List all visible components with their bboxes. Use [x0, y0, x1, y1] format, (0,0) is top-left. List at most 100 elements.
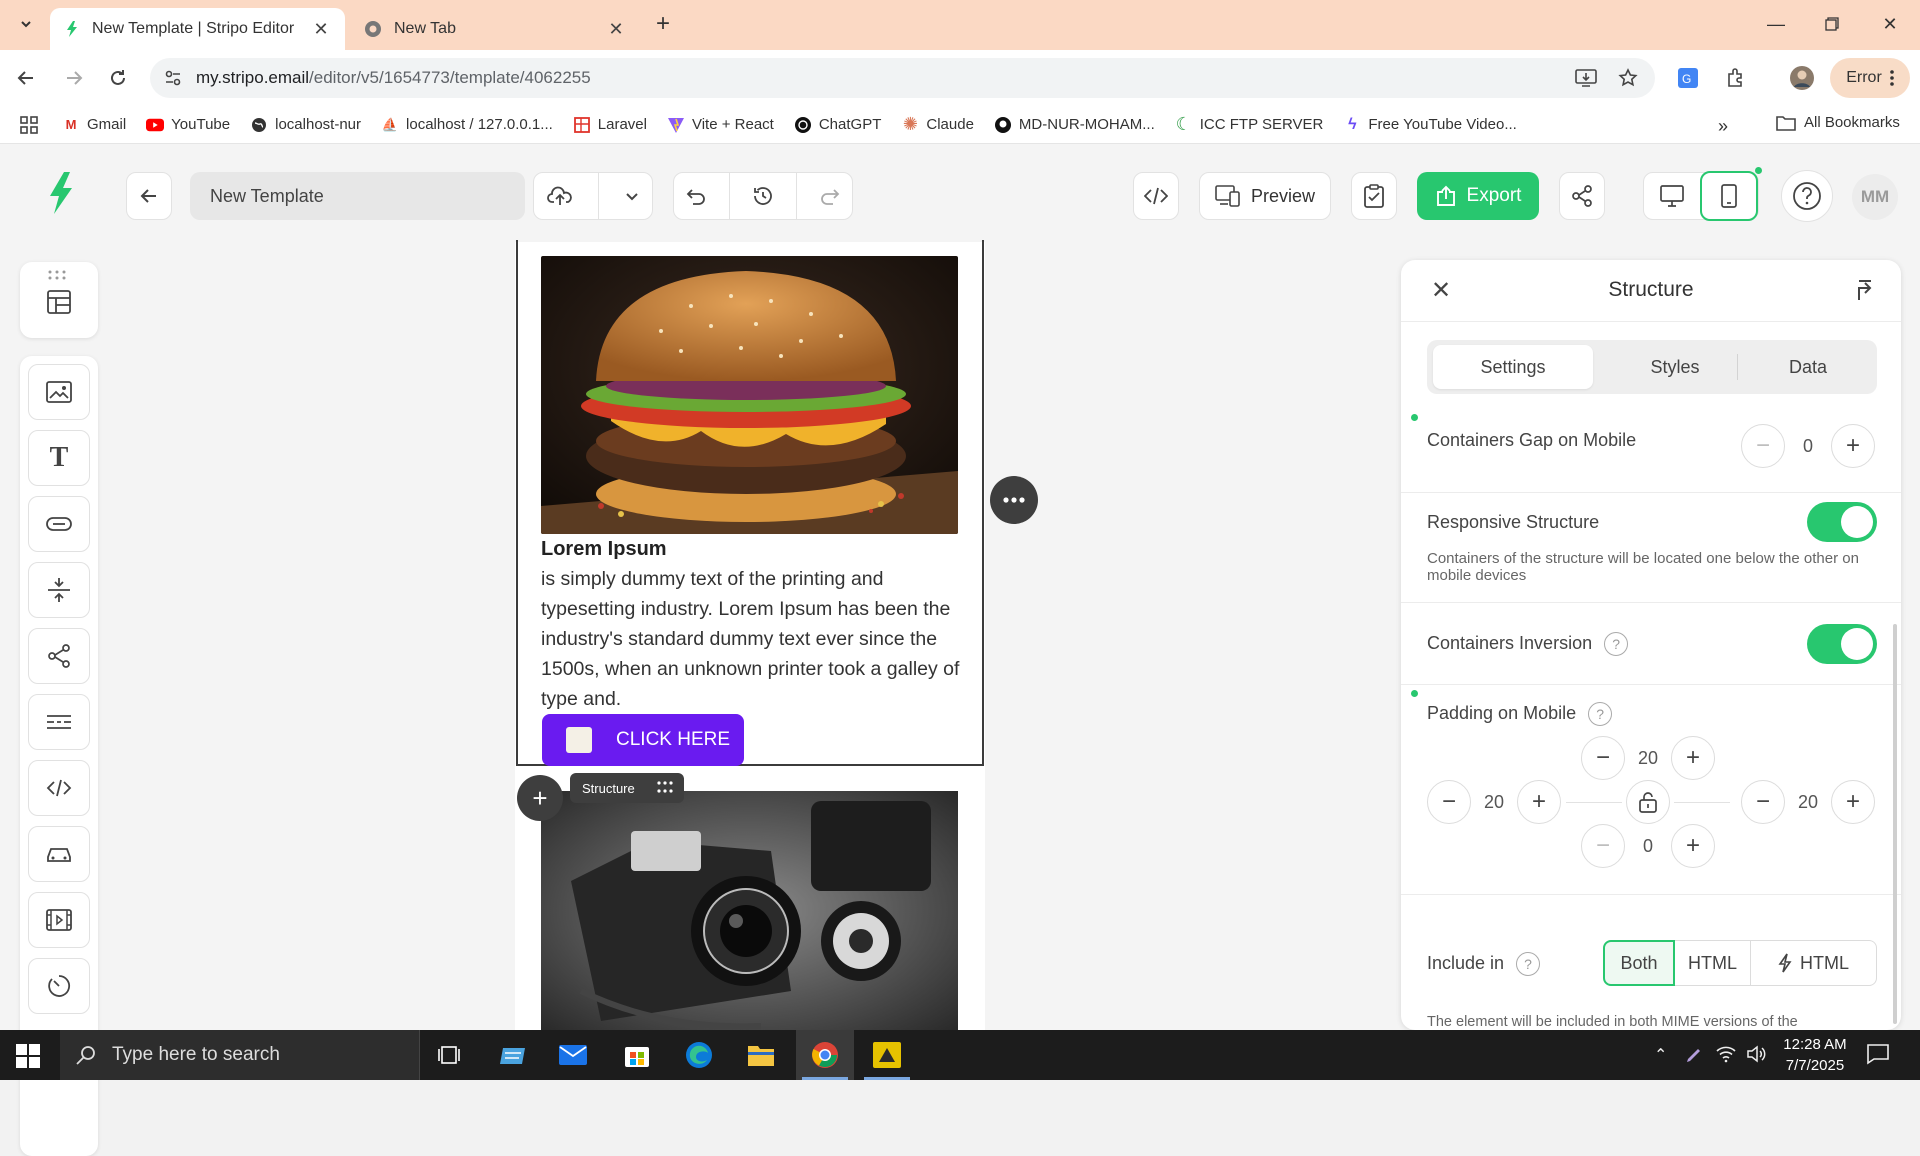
volume-icon[interactable] [1746, 1045, 1766, 1063]
help-button[interactable] [1781, 170, 1833, 222]
add-block-button[interactable]: + [517, 775, 563, 821]
user-avatar[interactable]: MM [1852, 174, 1898, 220]
structure-tag[interactable]: Structure [570, 773, 684, 803]
increment-button[interactable]: + [1671, 736, 1715, 780]
increment-button[interactable]: + [1831, 780, 1875, 824]
padding-bottom-value[interactable]: 0 [1625, 836, 1671, 857]
containers-inversion-toggle[interactable] [1807, 624, 1877, 664]
decrement-button[interactable]: − [1741, 780, 1785, 824]
html-block-button[interactable] [28, 760, 90, 816]
decrement-button[interactable]: − [1581, 824, 1625, 868]
include-html-option[interactable]: HTML [1675, 940, 1751, 986]
include-both-option[interactable]: Both [1603, 940, 1675, 986]
help-icon[interactable]: ? [1604, 632, 1629, 656]
bookmark-phpmyadmin[interactable]: ⛵ localhost / 127.0.0.1... [381, 116, 553, 134]
bookmark-icc-ftp[interactable]: ☾ ICC FTP SERVER [1175, 114, 1324, 134]
address-bar[interactable]: my.stripo.email/editor/v5/1654773/templa… [150, 58, 1655, 98]
share-button[interactable] [1559, 172, 1605, 220]
system-clock[interactable]: 12:28 AM 7/7/2025 [1775, 1034, 1855, 1076]
bookmark-free-youtube[interactable]: ϟ Free YouTube Video... [1343, 116, 1517, 134]
reload-button[interactable] [102, 62, 134, 94]
layout-panel-toggle[interactable] [20, 262, 98, 338]
tab-data[interactable]: Data [1745, 345, 1871, 389]
back-button[interactable] [10, 62, 42, 94]
decrement-button[interactable]: − [1741, 424, 1785, 468]
timer-block-button[interactable] [28, 958, 90, 1014]
edge-app-icon[interactable] [670, 1030, 728, 1080]
more-bookmarks-icon[interactable]: » [1718, 116, 1728, 137]
taskbar-search[interactable]: Type here to search [60, 1030, 420, 1080]
increment-button[interactable]: + [1671, 824, 1715, 868]
google-translate-icon[interactable]: G [1674, 64, 1702, 92]
bookmark-chatgpt[interactable]: ChatGPT [794, 116, 881, 134]
close-icon[interactable]: ✕ [606, 19, 626, 39]
containers-gap-value[interactable]: 0 [1785, 436, 1831, 457]
mail-app-icon[interactable] [544, 1030, 602, 1080]
pen-icon[interactable] [1684, 1045, 1704, 1065]
tab-new-tab[interactable]: New Tab ✕ [350, 8, 640, 50]
bookmark-localhost-nur[interactable]: localhost-nur [250, 116, 361, 134]
profile-avatar-icon[interactable] [1788, 64, 1816, 92]
pinned-app-icon[interactable] [858, 1030, 916, 1080]
export-button[interactable]: Export [1417, 172, 1539, 220]
bookmark-vite-react[interactable]: Vite + React [667, 116, 774, 134]
code-editor-button[interactable] [1133, 172, 1179, 220]
decrement-button[interactable]: − [1581, 736, 1625, 780]
back-to-templates-button[interactable] [126, 172, 172, 220]
file-explorer-icon[interactable] [732, 1030, 790, 1080]
padding-top-value[interactable]: 20 [1625, 748, 1671, 769]
burger-image[interactable] [541, 256, 958, 534]
cortana-app-icon[interactable] [484, 1030, 542, 1080]
increment-button[interactable]: + [1517, 780, 1561, 824]
notifications-icon[interactable] [1866, 1043, 1890, 1065]
panel-scrollbar[interactable] [1893, 624, 1897, 1024]
content-heading[interactable]: Lorem Ipsum [541, 538, 667, 561]
tab-stripo-editor[interactable]: New Template | Stripo Editor ✕ [50, 8, 345, 50]
tab-settings[interactable]: Settings [1433, 345, 1593, 389]
tab-styles[interactable]: Styles [1605, 345, 1745, 389]
windows-start-button[interactable] [16, 1044, 40, 1068]
menu-block-button[interactable] [28, 694, 90, 750]
history-icon[interactable] [752, 185, 774, 207]
cloud-upload-icon[interactable] [546, 185, 573, 207]
text-block-button[interactable]: T [28, 430, 90, 486]
include-amp-html-option[interactable]: HTML [1751, 940, 1877, 986]
video-block-button[interactable] [28, 892, 90, 948]
help-icon[interactable]: ? [1588, 702, 1613, 726]
padding-left-value[interactable]: 20 [1471, 792, 1517, 813]
install-app-icon[interactable] [1575, 58, 1597, 98]
product-block-button[interactable] [28, 826, 90, 882]
increment-button[interactable]: + [1831, 424, 1875, 468]
button-block-button[interactable] [28, 496, 90, 552]
bookmark-gmail[interactable]: M Gmail [62, 116, 127, 134]
stripo-logo-icon[interactable] [44, 170, 78, 216]
help-icon[interactable]: ? [1516, 952, 1541, 976]
decrement-button[interactable]: − [1427, 780, 1471, 824]
apps-icon[interactable] [20, 115, 38, 134]
all-bookmarks[interactable]: All Bookmarks [1776, 114, 1900, 131]
forward-button[interactable] [58, 62, 90, 94]
padding-right-value[interactable]: 20 [1785, 792, 1831, 813]
tab-search-button[interactable] [12, 10, 40, 38]
image-block-button[interactable] [28, 364, 90, 420]
bookmark-claude[interactable]: ✺ Claude [901, 114, 974, 134]
bookmark-laravel[interactable]: Laravel [573, 116, 647, 134]
preview-button[interactable]: Preview [1199, 172, 1331, 220]
content-body-text[interactable]: is simply dummy text of the printing and… [541, 564, 961, 714]
padding-lock-button[interactable] [1626, 780, 1670, 824]
bookmark-youtube[interactable]: YouTube [146, 116, 230, 134]
mobile-view-button[interactable] [1700, 171, 1758, 221]
social-block-button[interactable] [28, 628, 90, 684]
chrome-app-icon[interactable] [796, 1030, 854, 1080]
wifi-icon[interactable] [1716, 1045, 1736, 1063]
close-window-button[interactable]: ✕ [1870, 10, 1910, 38]
bookmark-github[interactable]: MD-NUR-MOHAM... [994, 116, 1155, 134]
bookmark-star-icon[interactable] [1618, 58, 1638, 98]
spacer-block-button[interactable] [28, 562, 90, 618]
camera-image[interactable] [541, 791, 958, 1030]
show-hidden-icons[interactable]: ⌃ [1654, 1045, 1667, 1065]
store-app-icon[interactable] [608, 1030, 666, 1080]
desktop-view-button[interactable] [1644, 173, 1700, 219]
redo-icon[interactable] [819, 186, 841, 206]
test-checklist-button[interactable] [1351, 172, 1397, 220]
